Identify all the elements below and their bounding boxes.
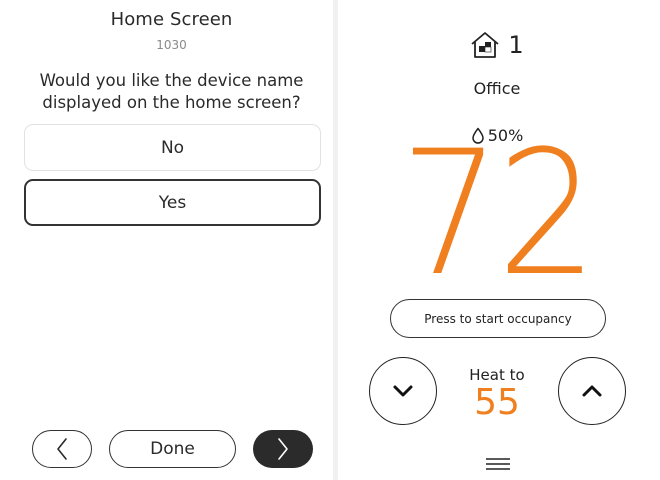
option-no-button[interactable]: No [24,124,321,171]
setpoint-down-button[interactable] [369,357,437,425]
setpoint-up-button[interactable] [558,357,626,425]
thermostat-screen: Home Screen 1030 Would you like the devi… [0,0,660,480]
setup-panel: Home Screen 1030 Would you like the devi… [10,0,333,480]
next-button[interactable] [253,430,313,468]
option-no-label: No [160,137,185,158]
heat-setpoint: 55 [474,382,520,423]
start-occupancy-button[interactable]: Press to start occupancy [390,299,606,338]
home-zone-icon [471,32,499,58]
done-button[interactable]: Done [109,430,236,468]
occupancy-label: Press to start occupancy [424,311,572,326]
current-temperature: 72 [399,113,598,314]
device-name: Office [473,79,521,98]
option-yes-button[interactable]: Yes [24,179,321,226]
option-yes-label: Yes [158,192,187,213]
chevron-down-icon [393,385,413,397]
home-preview-panel: 1 Office 50% 72 Press to start occupancy… [338,0,656,480]
chevron-left-icon [57,438,67,460]
page-title: Home Screen [110,9,233,30]
done-label: Done [150,439,195,459]
zone-number: 1 [508,31,524,59]
chevron-right-icon [278,438,288,460]
setting-code: 1030 [156,38,187,52]
back-button[interactable] [32,430,92,468]
setting-question: Would you like the device name displayed… [39,71,304,112]
chevron-up-icon [582,385,602,397]
menu-icon[interactable] [485,456,511,472]
zone-indicator[interactable]: 1 [338,28,656,62]
